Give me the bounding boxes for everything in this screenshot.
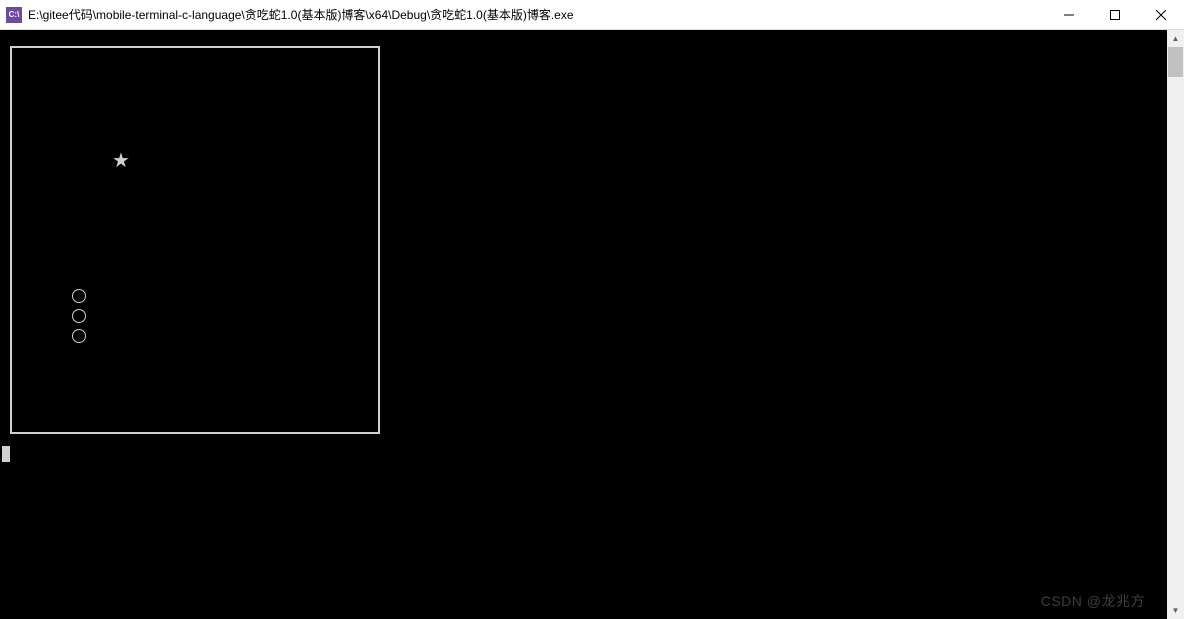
snake-segment xyxy=(72,289,86,303)
vertical-scrollbar[interactable]: ▲ ▼ xyxy=(1167,30,1184,619)
scroll-up-icon[interactable]: ▲ xyxy=(1167,30,1184,47)
minimize-button[interactable] xyxy=(1046,0,1092,29)
window-controls xyxy=(1046,0,1184,29)
close-button[interactable] xyxy=(1138,0,1184,29)
console-area[interactable]: ★ CSDN @龙兆方 xyxy=(0,30,1167,619)
maximize-button[interactable] xyxy=(1092,0,1138,29)
snake-segment xyxy=(72,329,86,343)
scroll-down-icon[interactable]: ▼ xyxy=(1167,602,1184,619)
food-star-icon: ★ xyxy=(112,151,130,171)
game-border: ★ xyxy=(10,46,380,434)
window-titlebar[interactable]: C:\ E:\gitee代码\mobile-terminal-c-languag… xyxy=(0,0,1184,30)
app-icon: C:\ xyxy=(6,7,22,23)
snake-segment xyxy=(72,309,86,323)
text-cursor xyxy=(2,446,10,462)
client-area: ★ CSDN @龙兆方 ▲ ▼ xyxy=(0,30,1184,619)
window-title: E:\gitee代码\mobile-terminal-c-language\贪吃… xyxy=(28,6,1046,23)
watermark: CSDN @龙兆方 xyxy=(1041,591,1145,611)
scroll-thumb[interactable] xyxy=(1168,47,1183,77)
